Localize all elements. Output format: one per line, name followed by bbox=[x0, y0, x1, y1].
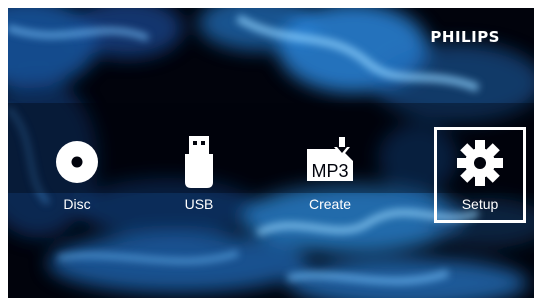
gear-icon bbox=[456, 139, 504, 192]
menu-item-create[interactable]: MP3 Create bbox=[284, 127, 376, 223]
philips-logo: PHILIPS bbox=[430, 28, 500, 46]
menu-item-label: Disc bbox=[63, 196, 91, 212]
menu-item-label: Create bbox=[308, 196, 352, 212]
disc-icon bbox=[54, 139, 100, 190]
menu-item-disc[interactable]: Disc bbox=[31, 127, 123, 223]
menu-item-usb[interactable]: USB bbox=[153, 127, 245, 223]
usb-drive-icon bbox=[183, 136, 215, 193]
home-menu: Disc USB MP3 Create Setup bbox=[8, 127, 534, 227]
tv-menu-screen: PHILIPS Disc USB MP3 Create Setup bbox=[8, 8, 534, 298]
menu-item-setup[interactable]: Setup bbox=[434, 127, 526, 223]
mp3-icon-text: MP3 bbox=[311, 161, 348, 181]
menu-item-label: Setup bbox=[461, 196, 499, 212]
menu-item-label: USB bbox=[184, 196, 214, 212]
mp3-create-icon: MP3 bbox=[303, 135, 357, 190]
